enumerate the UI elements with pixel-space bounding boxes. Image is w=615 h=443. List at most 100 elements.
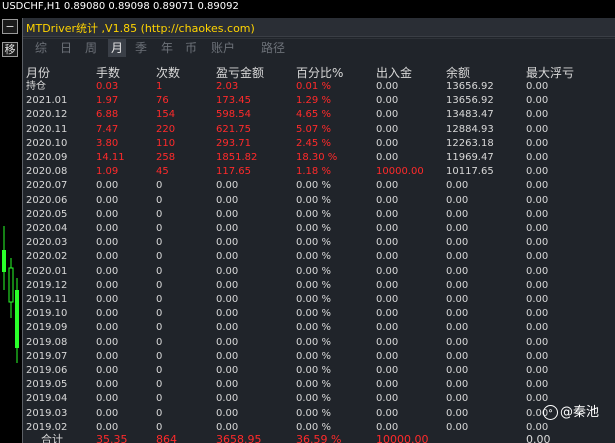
cell-balance: 0.00 bbox=[446, 308, 469, 320]
cell-pct: 1.29 % bbox=[296, 95, 331, 107]
cell-month: 2019.11 bbox=[26, 294, 68, 305]
cell-lots: 0.00 bbox=[96, 180, 119, 192]
cell-inout: 0.00 bbox=[376, 421, 399, 433]
cell-balance: 13656.92 bbox=[446, 95, 494, 107]
tab-1[interactable]: 日 bbox=[60, 39, 72, 57]
cell-lots: 0.00 bbox=[96, 251, 119, 263]
cell-lots: 1.97 bbox=[96, 95, 119, 107]
cell-inout: 0.00 bbox=[376, 180, 399, 192]
minimize-button[interactable]: − bbox=[2, 19, 18, 34]
cell-pct: 5.07 % bbox=[296, 123, 331, 135]
cell-lots: 0.00 bbox=[96, 421, 119, 433]
cell-month: 2020.10 bbox=[26, 137, 68, 149]
cell-maxdd: 0.00 bbox=[526, 308, 549, 320]
cell-count: 0 bbox=[156, 308, 163, 320]
cell-pnl: 1851.82 bbox=[216, 152, 258, 163]
cell-inout: 0.00 bbox=[376, 109, 399, 121]
cell-pct: 0.00 % bbox=[296, 279, 331, 291]
panel-title-bar[interactable]: MTDriver统计 ,V1.85 (http://chaokes.com) bbox=[23, 18, 615, 37]
cell-maxdd: 0.00 bbox=[526, 279, 549, 291]
cell-inout: 0.00 bbox=[376, 208, 399, 220]
cell-count: 0 bbox=[156, 407, 163, 419]
cell-maxdd: 0.00 bbox=[526, 223, 549, 234]
cell-inout: 0.00 bbox=[376, 393, 399, 405]
cell-inout: 0.00 bbox=[376, 294, 399, 305]
cell-pct: 0.00 % bbox=[296, 407, 331, 419]
cell-count: 0 bbox=[156, 180, 163, 192]
cell-lots: 0.00 bbox=[96, 223, 119, 234]
column-header-maxdd: 最大浮亏 bbox=[526, 66, 575, 80]
cell-month: 2019.05 bbox=[26, 379, 68, 391]
cell-count: 154 bbox=[156, 109, 176, 121]
cell-pct: 0.00 % bbox=[296, 180, 331, 192]
cell-count: 0 bbox=[156, 421, 163, 433]
cell-pnl: 0.00 bbox=[216, 194, 239, 206]
move-button[interactable]: 移 bbox=[2, 42, 18, 57]
cell-balance: 13483.47 bbox=[446, 109, 494, 121]
cell-lots: 0.00 bbox=[96, 208, 119, 220]
cell-maxdd: 0.00 bbox=[526, 265, 549, 277]
cell-inout: 0.00 bbox=[376, 194, 399, 206]
cell-pnl: 2.03 bbox=[216, 81, 239, 92]
cell-pnl: 0.00 bbox=[216, 350, 239, 362]
cell-balance: 0.00 bbox=[446, 223, 469, 234]
cell-lots: 0.00 bbox=[96, 379, 119, 391]
cell-inout: 0.00 bbox=[376, 279, 399, 291]
cell-pct: 0.00 % bbox=[296, 322, 331, 334]
column-header-month: 月份 bbox=[26, 66, 51, 80]
tab-6[interactable]: 币 bbox=[185, 39, 197, 57]
total-inout: 10000.00 bbox=[376, 433, 429, 443]
cell-pnl: 173.45 bbox=[216, 95, 251, 107]
cell-count: 45 bbox=[156, 166, 169, 178]
cell-month: 2019.10 bbox=[26, 308, 68, 320]
cell-balance: 0.00 bbox=[446, 194, 469, 206]
cell-pnl: 0.00 bbox=[216, 294, 239, 305]
cell-count: 1 bbox=[156, 81, 163, 92]
cell-maxdd: 0.00 bbox=[526, 95, 549, 107]
tab-4[interactable]: 季 bbox=[135, 39, 147, 57]
tab-3[interactable]: 月 bbox=[108, 39, 127, 57]
cell-pct: 0.00 % bbox=[296, 194, 331, 206]
cell-pct: 0.00 % bbox=[296, 223, 331, 234]
cell-maxdd: 0.00 bbox=[526, 123, 549, 135]
cell-lots: 0.00 bbox=[96, 393, 119, 405]
cell-count: 0 bbox=[156, 350, 163, 362]
cell-month: 2020.11 bbox=[26, 123, 68, 135]
cell-pnl: 0.00 bbox=[216, 421, 239, 433]
cell-count: 0 bbox=[156, 336, 163, 348]
tab-0[interactable]: 综 bbox=[35, 39, 47, 57]
cell-month: 2020.12 bbox=[26, 109, 68, 121]
cell-inout: 0.00 bbox=[376, 152, 399, 163]
cell-lots: 0.00 bbox=[96, 294, 119, 305]
cell-month: 2019.04 bbox=[26, 393, 68, 405]
cell-maxdd: 0.00 bbox=[526, 294, 549, 305]
cell-pnl: 0.00 bbox=[216, 336, 239, 348]
tab-5[interactable]: 年 bbox=[161, 39, 173, 57]
column-header-inout: 出入金 bbox=[376, 66, 413, 80]
cell-pct: 0.00 % bbox=[296, 265, 331, 277]
cell-inout: 0.00 bbox=[376, 81, 399, 92]
cell-pnl: 0.00 bbox=[216, 180, 239, 192]
cell-pnl: 0.00 bbox=[216, 365, 239, 376]
cell-pnl: 0.00 bbox=[216, 251, 239, 263]
cell-month: 2021.01 bbox=[26, 95, 68, 107]
cell-pct: 0.00 % bbox=[296, 393, 331, 405]
tab-8[interactable]: 路径 bbox=[261, 39, 285, 57]
cell-inout: 0.00 bbox=[376, 251, 399, 263]
cell-pnl: 0.00 bbox=[216, 265, 239, 277]
cell-month: 2020.04 bbox=[26, 223, 68, 234]
cell-count: 0 bbox=[156, 294, 163, 305]
cell-pct: 0.00 % bbox=[296, 294, 331, 305]
cell-month: 2020.08 bbox=[26, 166, 68, 178]
cell-maxdd: 0.00 bbox=[526, 81, 549, 92]
tab-2[interactable]: 周 bbox=[85, 39, 97, 57]
cell-balance: 0.00 bbox=[446, 237, 469, 249]
tab-7[interactable]: 账户 bbox=[211, 39, 235, 57]
cell-count: 76 bbox=[156, 95, 169, 107]
chart-header: USDCHF,H1 0.89080 0.89098 0.89071 0.8909… bbox=[2, 1, 239, 12]
cell-maxdd: 0.00 bbox=[526, 237, 549, 249]
cell-month: 2019.12 bbox=[26, 279, 68, 291]
candlestick-strip bbox=[2, 226, 19, 363]
column-header-pnl: 盈亏金额 bbox=[216, 66, 265, 80]
cell-count: 0 bbox=[156, 379, 163, 391]
